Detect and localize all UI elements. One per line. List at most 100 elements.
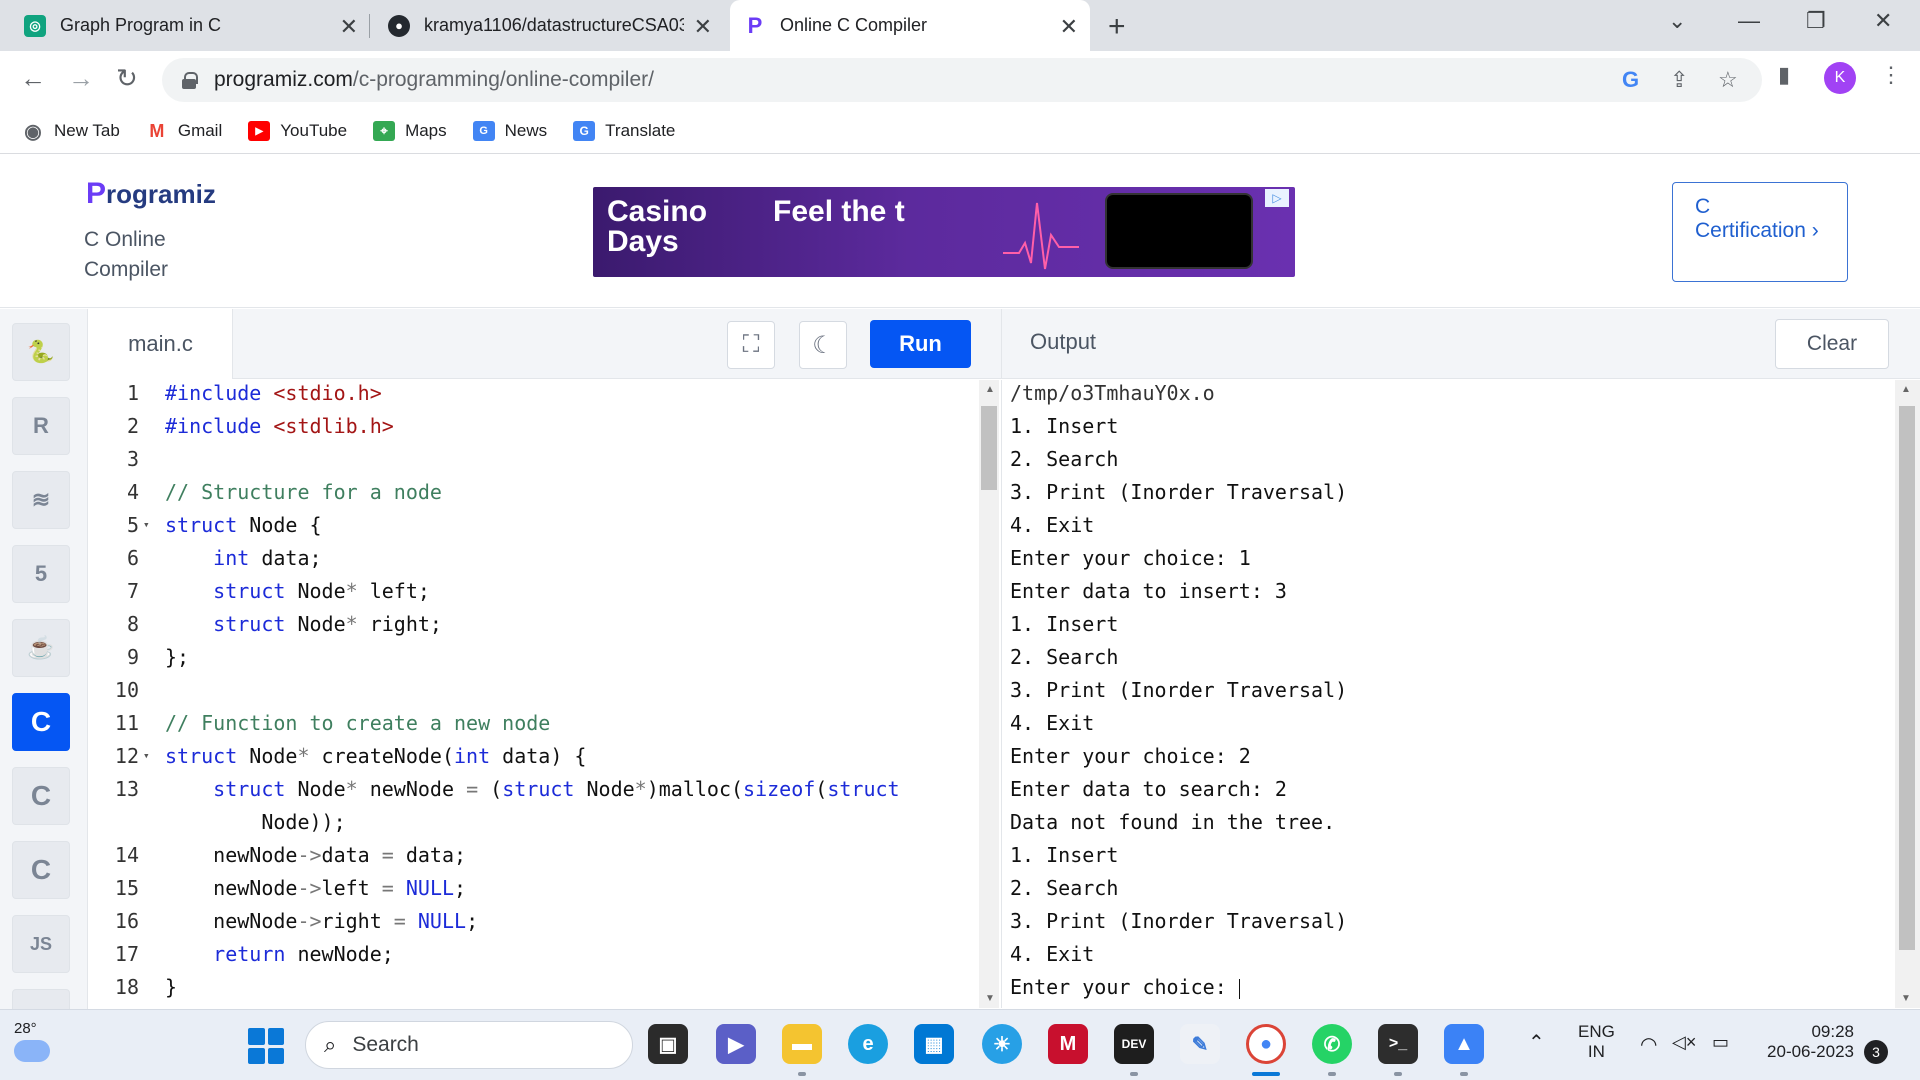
address-bar[interactable]: programiz.com/c-programming/online-compi…	[162, 58, 1762, 102]
battery-icon[interactable]: ▭	[1712, 1032, 1729, 1053]
sql-icon[interactable]: ≋	[12, 471, 70, 529]
edge-icon[interactable]: e	[848, 1024, 888, 1064]
devcpp-icon[interactable]: DEV	[1114, 1024, 1154, 1064]
taskbar-search[interactable]: ⌕ Search	[305, 1021, 633, 1069]
microsoft-store-icon[interactable]: ▦	[914, 1024, 954, 1064]
tab-search-icon[interactable]: ⌄	[1668, 8, 1686, 34]
clear-button[interactable]: Clear	[1775, 319, 1889, 369]
c-language-icon[interactable]: C	[12, 693, 70, 751]
bookmark-news[interactable]: G News	[472, 121, 547, 141]
bookmark-maps[interactable]: ⌖ Maps	[373, 121, 447, 141]
bookmark-star-icon[interactable]: ☆	[1718, 67, 1738, 93]
bookmark-gmail[interactable]: M Gmail	[146, 121, 222, 141]
share-icon[interactable]: ⇪	[1670, 67, 1688, 93]
code-line[interactable]: };	[165, 645, 189, 669]
bookmark-translate[interactable]: G Translate	[573, 121, 675, 141]
code-line[interactable]: return newNode;	[165, 942, 394, 966]
code-line[interactable]: #include <stdlib.h>	[165, 414, 394, 438]
minimize-button[interactable]: —	[1738, 8, 1760, 34]
fullscreen-icon[interactable]: ⛶	[727, 321, 775, 369]
tab-graph-program[interactable]: ◎ Graph Program in C ✕	[10, 0, 370, 51]
code-line[interactable]: // Function to create a new node	[165, 711, 550, 735]
code-line[interactable]: }	[165, 975, 177, 999]
bookmark-youtube[interactable]: ▶ YouTube	[248, 121, 347, 141]
scrollbar-thumb[interactable]	[1899, 406, 1915, 950]
bookmark-new-tab[interactable]: ◉ New Tab	[22, 121, 120, 143]
weather-cloud-icon[interactable]	[14, 1040, 50, 1062]
scroll-down-icon[interactable]: ▼	[1901, 993, 1911, 1004]
code-editor[interactable]: 1 #include <stdio.h> 2 #include <stdlib.h> 3…	[89, 380, 999, 1008]
chrome-icon[interactable]: ●	[1246, 1024, 1286, 1064]
weather-app-icon[interactable]: ☀	[982, 1024, 1022, 1064]
reload-button[interactable]: ↻	[116, 63, 138, 94]
code-line[interactable]: struct Node {	[165, 513, 322, 537]
terminal-icon[interactable]: >_	[1378, 1024, 1418, 1064]
teams-chat-icon[interactable]: ▶	[716, 1024, 756, 1064]
java-icon[interactable]: ☕	[12, 619, 70, 677]
forward-button[interactable]: →	[68, 63, 94, 94]
run-button[interactable]: Run	[870, 320, 971, 368]
close-icon[interactable]: ✕	[340, 14, 358, 40]
wifi-icon[interactable]: ◠	[1640, 1032, 1657, 1057]
scroll-down-icon[interactable]: ▼	[985, 993, 995, 1004]
profile-avatar[interactable]: K	[1824, 62, 1856, 94]
c-certification-button[interactable]: C Certification ›	[1672, 182, 1848, 282]
close-window-button[interactable]: ✕	[1874, 8, 1892, 34]
language-indicator[interactable]: ENG IN	[1578, 1022, 1615, 1062]
adchoices-icon[interactable]: ▷	[1265, 189, 1289, 207]
advertisement-banner[interactable]: Casino Days Feel the t ▷	[593, 187, 1295, 277]
output-console[interactable]: /tmp/o3TmhauY0x.o 1. Insert 2. Search 3. Pr…	[1001, 380, 1895, 1008]
close-icon[interactable]: ✕	[694, 14, 712, 40]
tray-overflow-icon[interactable]: ⌃	[1528, 1030, 1545, 1055]
scrollbar-thumb[interactable]	[981, 406, 997, 490]
tab-online-c-compiler[interactable]: P Online C Compiler ✕	[730, 0, 1090, 51]
task-view-icon[interactable]: ▣	[648, 1024, 688, 1064]
scroll-up-icon[interactable]: ▲	[985, 384, 995, 395]
photos-icon[interactable]: ▲	[1444, 1024, 1484, 1064]
back-button[interactable]: ←	[20, 63, 46, 94]
code-line[interactable]: newNode->right = NULL;	[165, 909, 478, 933]
code-line[interactable]: struct Node* newNode = (struct Node*)mal…	[165, 777, 899, 801]
restore-button[interactable]: ❐	[1806, 8, 1826, 34]
code-line[interactable]: int data;	[165, 546, 321, 570]
html5-icon[interactable]: 5	[12, 545, 70, 603]
javascript-icon[interactable]: JS	[12, 915, 70, 973]
programiz-logo[interactable]: Programiz	[86, 177, 216, 211]
code-line[interactable]: struct Node* left;	[165, 579, 430, 603]
new-tab-button[interactable]: +	[1108, 10, 1126, 44]
close-icon[interactable]: ✕	[1060, 14, 1078, 40]
code-line[interactable]: #include <stdio.h>	[165, 381, 382, 405]
fold-arrow-icon[interactable]: ▾	[143, 749, 150, 762]
weather-temperature[interactable]: 28°	[14, 1020, 37, 1037]
volume-muted-icon[interactable]: ◁×	[1672, 1032, 1696, 1053]
python-icon[interactable]: 🐍	[12, 323, 70, 381]
code-line[interactable]: struct Node* right;	[165, 612, 442, 636]
csharp-icon[interactable]: C	[12, 841, 70, 899]
cpp-icon[interactable]: C	[12, 767, 70, 825]
code-line[interactable]: // Structure for a node	[165, 480, 442, 504]
tab-github[interactable]: ● kramya1106/datastructureCSA03 ✕	[374, 0, 724, 51]
code-line[interactable]: Node));	[165, 810, 345, 834]
windows-start-icon[interactable]	[248, 1028, 284, 1064]
notification-badge[interactable]: 3	[1864, 1040, 1888, 1064]
google-lens-icon[interactable]: G	[1622, 67, 1639, 93]
clock[interactable]: 09:28 20-06-2023	[1758, 1022, 1854, 1062]
r-language-icon[interactable]: R	[12, 397, 70, 455]
mcafee-icon[interactable]: M	[1048, 1024, 1088, 1064]
output-line: Enter data to insert: 3	[1010, 579, 1287, 603]
fold-arrow-icon[interactable]: ▾	[143, 518, 150, 531]
scroll-up-icon[interactable]: ▲	[1901, 384, 1911, 395]
menu-icon[interactable]: ⋮	[1880, 62, 1902, 88]
editor-scrollbar[interactable]: ▲ ▼	[979, 380, 999, 1008]
code-line[interactable]: newNode->data = data;	[165, 843, 466, 867]
code-line[interactable]: newNode->left = NULL;	[165, 876, 466, 900]
file-explorer-icon[interactable]: ▬	[782, 1024, 822, 1064]
file-tab-main-c[interactable]: main.c	[89, 309, 233, 379]
whatsapp-icon[interactable]: ✆	[1312, 1024, 1352, 1064]
side-panel-icon[interactable]: ▮	[1778, 62, 1790, 88]
paint-icon[interactable]: ✎	[1180, 1024, 1220, 1064]
code-line[interactable]: struct Node* createNode(int data) {	[165, 744, 586, 768]
output-scrollbar[interactable]: ▲ ▼	[1895, 380, 1920, 1008]
lock-icon[interactable]	[182, 71, 198, 89]
dark-mode-icon[interactable]: ☾	[799, 321, 847, 369]
